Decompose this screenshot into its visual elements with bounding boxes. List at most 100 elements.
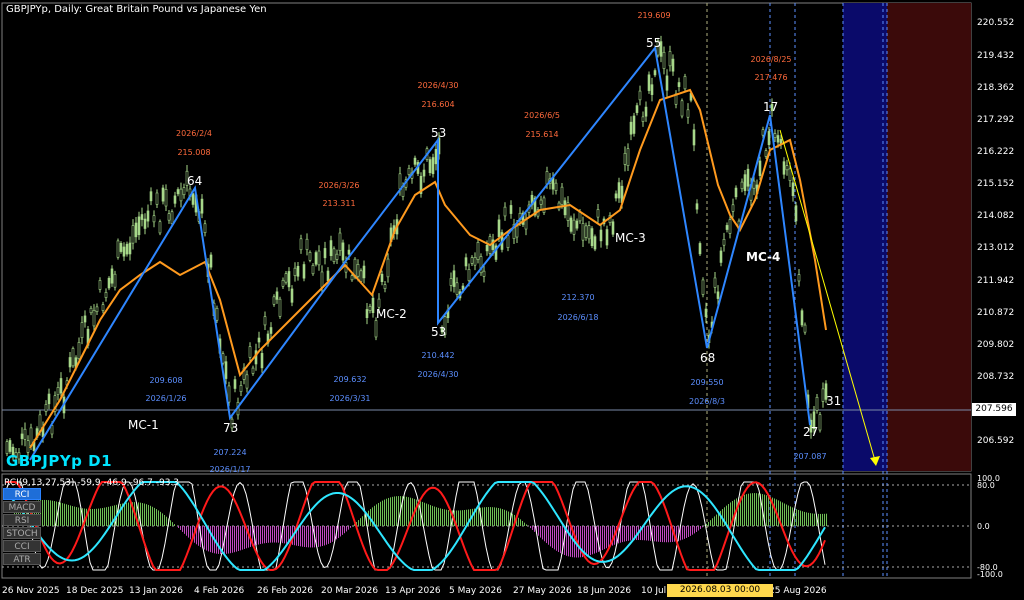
- pivot-date: 2026/6/5: [524, 111, 560, 120]
- histogram-bar: [784, 503, 785, 526]
- candle-body: [332, 248, 336, 262]
- histogram-bar: [54, 501, 55, 526]
- candle-body: [83, 315, 87, 323]
- histogram-bar: [648, 526, 649, 541]
- histogram-bar: [644, 526, 645, 541]
- histogram-bar: [434, 506, 435, 526]
- time-tick: 10 Jul: [641, 586, 666, 596]
- histogram-bar: [154, 507, 155, 526]
- candle-body: [464, 257, 468, 267]
- stoch-button[interactable]: STOCH: [3, 527, 41, 539]
- swing-count: 31: [826, 394, 841, 408]
- swing-count: 73: [223, 421, 238, 435]
- atr-button[interactable]: ATR: [3, 553, 41, 565]
- candle-body: [650, 84, 654, 95]
- histogram-bar: [100, 508, 101, 526]
- candle-body: [98, 280, 102, 290]
- histogram-bar: [236, 526, 237, 552]
- histogram-bar: [542, 526, 543, 540]
- histogram-bar: [152, 506, 153, 526]
- candle-body: [323, 248, 327, 259]
- candle-body: [587, 225, 591, 240]
- price-tick: 218.362: [977, 83, 1014, 93]
- histogram-bar: [72, 506, 73, 526]
- histogram-bar: [260, 526, 261, 545]
- histogram-bar: [440, 508, 441, 526]
- candle-body: [245, 374, 249, 389]
- histogram-bar: [158, 510, 159, 526]
- histogram-bar: [668, 526, 669, 543]
- histogram-bar: [742, 495, 743, 526]
- histogram-bar: [594, 526, 595, 554]
- rsi-button[interactable]: RSI: [3, 514, 41, 526]
- pivot-price: 210.442: [421, 351, 454, 360]
- candle-body: [170, 211, 174, 225]
- pivot-price: 213.311: [322, 199, 355, 208]
- candle-body: [719, 250, 723, 263]
- candle-body: [383, 284, 387, 289]
- histogram-bar: [268, 526, 269, 543]
- candle-body: [773, 133, 777, 138]
- histogram-bar: [538, 526, 539, 536]
- rci-button[interactable]: RCI: [3, 488, 41, 500]
- histogram-bar: [166, 516, 167, 526]
- candle-body: [761, 129, 765, 136]
- forecast-zone-blue: [843, 3, 887, 471]
- histogram-bar: [686, 526, 687, 538]
- candle-body: [164, 189, 168, 207]
- histogram-bar: [210, 526, 211, 553]
- pivot-price: 212.370: [561, 293, 594, 302]
- indicator-title: RCI(9,13,27,53) -59.9 -46.9 -96.7 -93.3: [4, 478, 180, 488]
- candle-body: [623, 152, 627, 165]
- candle-body: [788, 168, 792, 181]
- candle-body: [782, 161, 786, 175]
- candle-body: [179, 188, 183, 202]
- candle-body: [626, 148, 630, 166]
- candle-body: [368, 306, 372, 311]
- candle-body: [377, 298, 381, 308]
- candle-body: [758, 160, 762, 176]
- candle-body: [143, 218, 147, 229]
- histogram-bar: [244, 526, 245, 550]
- pivot-date: 2026/4/30: [417, 370, 458, 379]
- histogram-bar: [826, 513, 827, 526]
- candle-body: [647, 74, 651, 91]
- candle-body: [110, 268, 114, 284]
- histogram-bar: [804, 511, 805, 526]
- time-tick: 4 Feb 2026: [194, 586, 245, 596]
- histogram-bar: [124, 503, 125, 526]
- cci-button[interactable]: CCI: [3, 540, 41, 552]
- histogram-bar: [378, 502, 379, 526]
- histogram-bar: [478, 507, 479, 526]
- macd-button[interactable]: MACD: [3, 501, 41, 513]
- candle-body: [614, 193, 618, 199]
- candle-body: [434, 149, 438, 165]
- candle-body: [473, 257, 477, 266]
- histogram-bar: [552, 526, 553, 548]
- candle-body: [149, 191, 153, 202]
- histogram-bar: [330, 526, 331, 543]
- histogram-bar: [182, 526, 183, 532]
- candle-body: [470, 257, 474, 264]
- candle-body: [617, 182, 621, 199]
- candle-body: [293, 267, 297, 276]
- price-chart[interactable]: 64 73 53 53 55 68 17 27 31 MC-1 MC-2 MC-…: [0, 0, 1024, 600]
- candle-body: [263, 316, 267, 326]
- candle-body: [584, 225, 588, 238]
- candle-body: [131, 225, 135, 244]
- histogram-bar: [716, 514, 717, 526]
- forecast-zone-red: [887, 3, 971, 471]
- histogram-bar: [438, 507, 439, 526]
- candle-body: [92, 309, 96, 327]
- candle-body: [68, 357, 72, 368]
- histogram-bar: [174, 524, 175, 526]
- histogram-bar: [814, 513, 815, 526]
- time-tick: 25 Aug 2026: [769, 586, 827, 596]
- histogram-bar: [690, 526, 691, 536]
- candle-body: [356, 264, 360, 277]
- histogram-bar: [720, 510, 721, 526]
- candle-body: [71, 348, 75, 367]
- candle-body: [506, 235, 510, 249]
- candle-body: [545, 171, 549, 185]
- wave-label: MC-3: [615, 231, 646, 245]
